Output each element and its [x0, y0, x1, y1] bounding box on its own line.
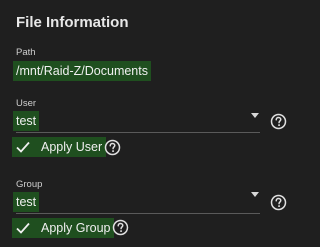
group-select[interactable]: test [13, 192, 40, 212]
user-select-underline [16, 132, 260, 133]
help-circle-icon[interactable] [270, 194, 287, 211]
group-label: Group [16, 179, 43, 190]
user-label: User [16, 98, 37, 109]
apply-user-checkbox[interactable]: Apply User [12, 137, 107, 157]
group-select-underline [16, 213, 260, 214]
checkmark-icon [16, 141, 30, 153]
help-circle-icon[interactable] [112, 219, 129, 236]
path-label: Path [16, 47, 36, 58]
help-circle-icon[interactable] [270, 113, 287, 130]
user-select[interactable]: test [13, 111, 40, 131]
file-information-panel: File Information Path /mnt/Raid-Z/Docume… [0, 0, 314, 247]
help-circle-icon[interactable] [104, 139, 121, 156]
caret-down-icon[interactable] [251, 192, 259, 197]
apply-user-label: Apply User [41, 140, 103, 154]
caret-down-icon[interactable] [251, 113, 259, 118]
path-field[interactable]: /mnt/Raid-Z/Documents [13, 61, 151, 81]
checkmark-icon [16, 222, 30, 234]
apply-group-checkbox[interactable]: Apply Group [12, 218, 115, 238]
apply-group-label: Apply Group [41, 221, 111, 235]
panel-title: File Information [16, 14, 129, 31]
